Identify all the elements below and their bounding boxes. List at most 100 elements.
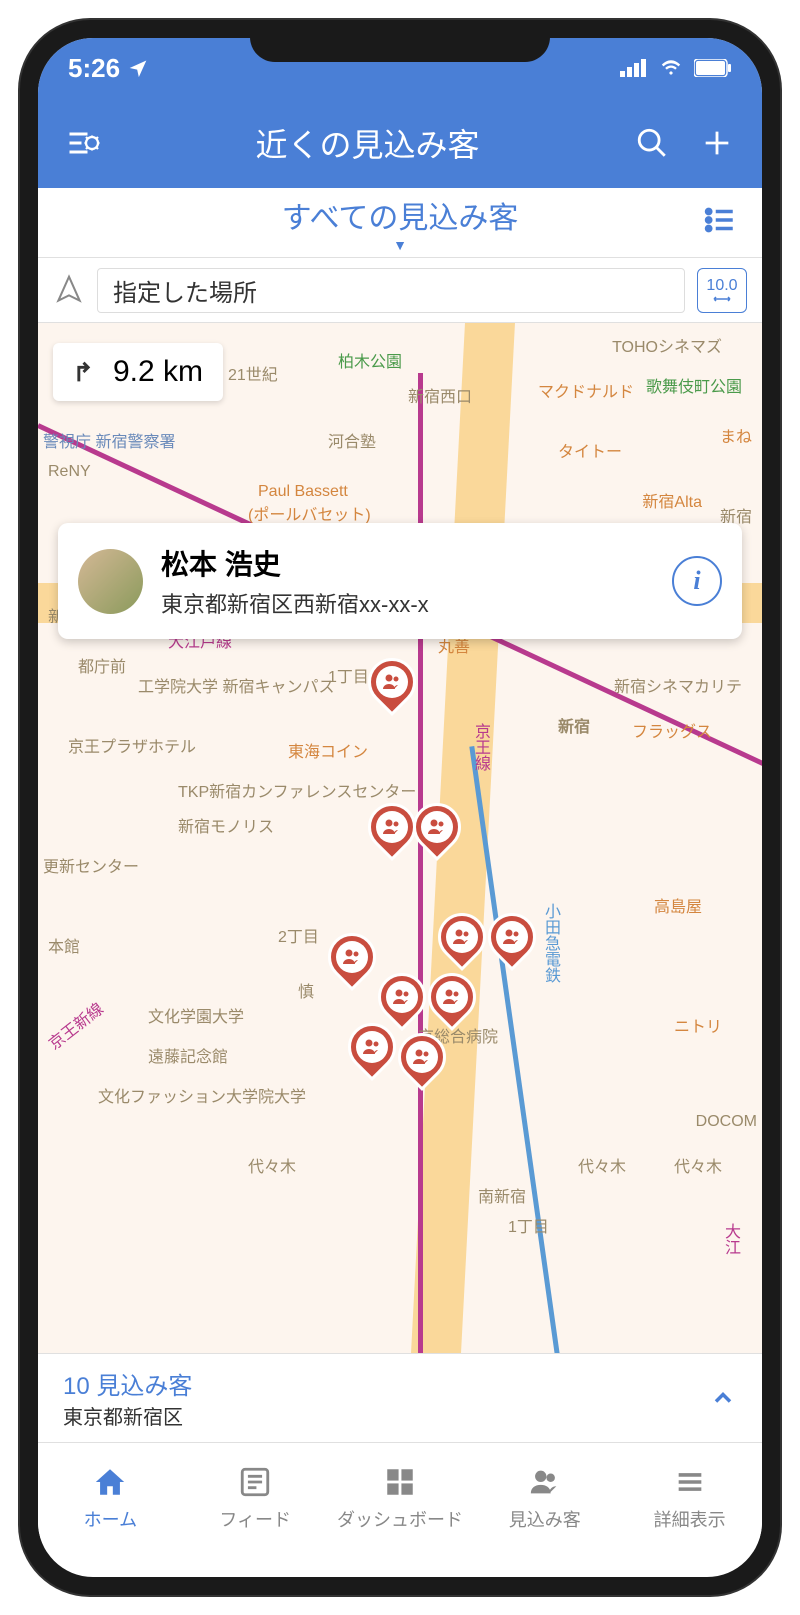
map-pin[interactable] [368,658,416,718]
tab-label: フィード [219,1506,291,1532]
map-label: 代々木 [674,1153,722,1177]
sheet-title: 10 見込み客 [63,1366,192,1401]
list-view-button[interactable] [703,203,737,242]
map-label: 2丁目 [278,923,319,947]
battery-icon [694,59,732,77]
tab-bar: ホーム フィード ダッシュボード 見込み客 詳細表示 [38,1442,762,1552]
map-label: 新宿モノリス [178,813,274,837]
filter-dropdown[interactable]: すべての見込み客 ▼ [282,193,519,253]
prospect-info-card[interactable]: 松本 浩史 東京都新宿区西新宿xx-xx-x i [58,523,742,639]
map-label: ReNY [48,463,91,481]
search-button[interactable] [632,123,672,163]
avatar [78,549,143,614]
map-label: 文化ファッション大学院大学 [98,1083,306,1107]
map-label: 遠藤記念館 [148,1043,228,1067]
map-label: 小田急電鉄 [538,903,562,983]
map-label: 21世紀 [228,361,278,385]
map-label: 文化学園大学 [148,1003,244,1027]
map-pin[interactable] [348,1023,396,1083]
radius-value: 10.0 [706,277,737,295]
map-label: 新宿 [558,713,590,737]
map-label: フラッグス [632,718,712,742]
prospect-name: 松本 浩史 [161,543,654,583]
tab-feed[interactable]: フィード [183,1443,328,1552]
map-pin[interactable] [328,933,376,993]
map-label: 本館 [48,933,80,957]
map-pin[interactable] [398,1033,446,1093]
map-label: 新宿Alta [642,488,702,512]
home-icon [93,1465,127,1499]
menu-icon [673,1465,707,1499]
arrows-icon [712,295,732,303]
map-label: 河合塾 [328,428,376,452]
map-label: 京王線 [468,723,492,771]
map-pin[interactable] [368,803,416,863]
directions-icon [73,358,101,386]
signal-icon [620,59,648,77]
map-view[interactable]: TOHOシネマズ 柏木公園 21世紀 新宿西口 マクドナルド 歌舞伎町公園 警視… [38,323,762,1353]
map-pin[interactable] [488,913,536,973]
sheet-subtitle: 東京都新宿区 [63,1401,192,1430]
map-pin[interactable] [428,973,476,1033]
map-label: 大江 [718,1223,742,1255]
map-pin[interactable] [413,803,461,863]
app-header: 近くの見込み客 [38,98,762,188]
search-bar: 指定した場所 10.0 [38,258,762,323]
radius-selector[interactable]: 10.0 [697,268,747,313]
filter-bar: すべての見込み客 ▼ [38,188,762,258]
list-icon [703,203,737,237]
tab-home[interactable]: ホーム [38,1443,183,1552]
info-button[interactable]: i [672,556,722,606]
people-icon [528,1465,562,1499]
map-label: 歌舞伎町公園 [646,373,742,397]
tab-label: 詳細表示 [654,1506,726,1532]
navigate-icon[interactable] [53,274,85,306]
dashboard-icon [383,1465,417,1499]
tab-more[interactable]: 詳細表示 [617,1443,762,1552]
map-label: 新宿西口 [408,383,472,407]
map-label: ニトリ [674,1013,722,1037]
map-label: タイトー [558,438,622,462]
tab-label: 見込み客 [509,1506,581,1532]
map-label: 1丁目 [508,1213,549,1237]
location-arrow-icon [128,58,148,78]
map-label: 高島屋 [654,893,702,917]
map-pin[interactable] [438,913,486,973]
map-label: 代々木 [248,1153,296,1177]
map-label: 京王プラザホテル [68,733,196,757]
map-label: TKP新宿カンファレンスセンター [178,778,416,802]
map-label: (ポールバセット) [248,501,371,525]
tab-dashboard[interactable]: ダッシュボード [328,1443,473,1552]
phone-frame: 5:26 近くの見込み客 [20,20,780,1595]
bottom-sheet[interactable]: 10 見込み客 東京都新宿区 [38,1353,762,1442]
map-label: 東海コイン [288,738,368,762]
map-label: 更新センター [43,853,139,877]
notch [250,20,550,62]
tab-prospects[interactable]: 見込み客 [472,1443,617,1552]
map-label: 柏木公園 [338,348,402,372]
tab-label: ダッシュボード [337,1506,463,1532]
feed-icon [238,1465,272,1499]
settings-icon[interactable] [63,123,103,163]
map-label: Paul Bassett [258,483,348,501]
search-icon [635,126,669,160]
location-input[interactable]: 指定した場所 [97,268,685,313]
chevron-down-icon: ▼ [393,237,407,253]
filter-label: すべての見込み客 [282,193,519,237]
map-label: 工学院大学 新宿キャンパス [138,673,334,697]
map-label: 1丁目 [328,663,369,687]
wifi-icon [658,58,684,78]
add-button[interactable] [697,123,737,163]
chevron-up-icon [709,1384,737,1412]
page-title: 近くの見込み客 [255,120,479,166]
prospect-address: 東京都新宿区西新宿xx-xx-x [161,587,654,619]
map-label: 慎 [298,978,314,1002]
location-input-text: 指定した場所 [113,273,257,308]
status-time: 5:26 [68,53,120,84]
map-label: 都庁前 [78,653,126,677]
map-label: 南新宿 [478,1183,526,1207]
plus-icon [700,126,734,160]
map-label: まね [720,423,752,447]
map-label: 警視庁 新宿警察署 [43,428,175,452]
map-label: 代々木 [578,1153,626,1177]
